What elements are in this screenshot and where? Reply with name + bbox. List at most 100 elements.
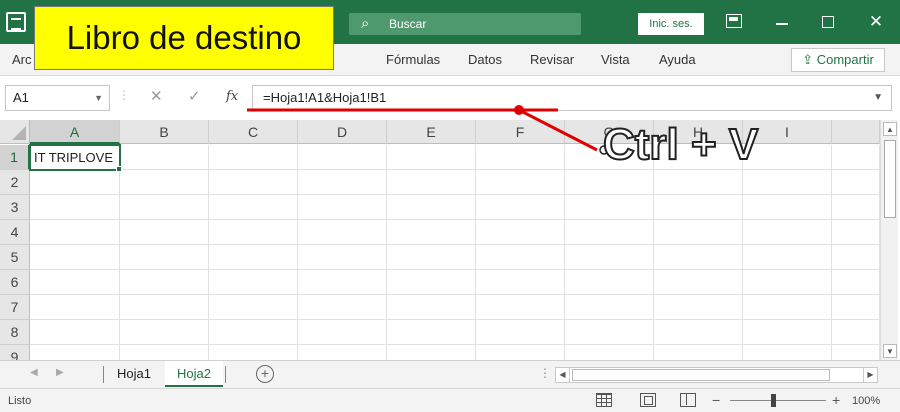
- scroll-right-icon[interactable]: ▶: [863, 368, 877, 382]
- grid-cell[interactable]: [743, 345, 832, 360]
- grid-cell[interactable]: [654, 295, 743, 320]
- grid-cell[interactable]: [654, 195, 743, 220]
- grid-cell[interactable]: [743, 320, 832, 345]
- grid-cell[interactable]: [743, 220, 832, 245]
- grid-cell[interactable]: [209, 295, 298, 320]
- grid-cell[interactable]: [832, 195, 880, 220]
- grid-cell[interactable]: [476, 295, 565, 320]
- search-box[interactable]: ⌕ Buscar: [349, 13, 581, 35]
- insert-function-icon[interactable]: fx: [226, 89, 238, 104]
- grid-cell[interactable]: [30, 195, 120, 220]
- minimize-icon[interactable]: [773, 12, 793, 32]
- name-box[interactable]: A1 ▼: [5, 85, 110, 111]
- grid-cell[interactable]: [298, 220, 387, 245]
- sign-in-button[interactable]: Inic. ses.: [638, 13, 704, 35]
- grid-cell[interactable]: [387, 195, 476, 220]
- grid-cell[interactable]: [387, 170, 476, 195]
- grid-cell[interactable]: [832, 170, 880, 195]
- grid-cell[interactable]: [387, 220, 476, 245]
- zoom-slider[interactable]: [730, 400, 826, 401]
- grid-cell[interactable]: [476, 220, 565, 245]
- column-header-a[interactable]: A: [30, 120, 120, 144]
- grid-cell[interactable]: [832, 220, 880, 245]
- grid-cell[interactable]: [387, 345, 476, 360]
- tab-formulas[interactable]: Fórmulas: [386, 44, 440, 76]
- column-header-partial[interactable]: [832, 120, 880, 144]
- grid-cell[interactable]: [654, 320, 743, 345]
- tab-vista[interactable]: Vista: [601, 44, 630, 76]
- grid-cell[interactable]: [30, 245, 120, 270]
- grid-cell[interactable]: [832, 145, 880, 170]
- grid-cell[interactable]: [298, 245, 387, 270]
- grid-cell[interactable]: [298, 320, 387, 345]
- grid-cell[interactable]: [565, 220, 654, 245]
- grid-cell[interactable]: [832, 345, 880, 360]
- cancel-entry-icon[interactable]: ✕: [150, 87, 163, 105]
- maximize-icon[interactable]: [818, 12, 838, 32]
- grid-cell[interactable]: [30, 295, 120, 320]
- column-header-b[interactable]: B: [120, 120, 209, 144]
- grid-cell[interactable]: [832, 270, 880, 295]
- grid-cell[interactable]: [476, 345, 565, 360]
- grid-cell[interactable]: [743, 295, 832, 320]
- column-header-e[interactable]: E: [387, 120, 476, 144]
- grid-cell[interactable]: [120, 295, 209, 320]
- grid-cell[interactable]: [832, 295, 880, 320]
- tab-ayuda[interactable]: Ayuda: [659, 44, 696, 76]
- select-all-corner[interactable]: [0, 120, 30, 144]
- horizontal-scrollbar[interactable]: ◀ ▶: [555, 367, 878, 383]
- grid-cell[interactable]: [120, 170, 209, 195]
- page-layout-view-icon[interactable]: [640, 393, 656, 407]
- grid-cell[interactable]: [654, 220, 743, 245]
- grid-cell[interactable]: [30, 270, 120, 295]
- grid-cell[interactable]: [476, 195, 565, 220]
- ribbon-display-options-icon[interactable]: [726, 14, 742, 28]
- grid-cell[interactable]: [476, 145, 565, 170]
- grid-cell[interactable]: [743, 270, 832, 295]
- grid-cell[interactable]: [298, 295, 387, 320]
- row-header-8[interactable]: 8: [0, 320, 30, 345]
- grid-cell[interactable]: [120, 245, 209, 270]
- grid-cell[interactable]: [565, 320, 654, 345]
- row-header-3[interactable]: 3: [0, 195, 30, 220]
- formula-input[interactable]: =Hoja1!A1&Hoja1!B1 ▼: [252, 85, 892, 111]
- tab-revisar[interactable]: Revisar: [530, 44, 574, 76]
- grid-cell[interactable]: [120, 195, 209, 220]
- grid-cell[interactable]: [298, 170, 387, 195]
- grid-cell[interactable]: [120, 345, 209, 360]
- scroll-down-icon[interactable]: ▼: [883, 344, 897, 358]
- grid-cell[interactable]: [387, 270, 476, 295]
- grid-cell[interactable]: [565, 295, 654, 320]
- fill-handle[interactable]: [116, 166, 122, 172]
- normal-view-icon[interactable]: [596, 393, 612, 407]
- tab-archivo[interactable]: Arc: [12, 44, 32, 76]
- row-header-6[interactable]: 6: [0, 270, 30, 295]
- grid-cell[interactable]: [565, 270, 654, 295]
- grid-cell[interactable]: [120, 145, 209, 170]
- chevron-down-icon[interactable]: ▼: [94, 86, 103, 110]
- grid-cell[interactable]: [209, 145, 298, 170]
- grid-cell[interactable]: [298, 195, 387, 220]
- grid-cell[interactable]: [387, 245, 476, 270]
- grid-cell[interactable]: [476, 270, 565, 295]
- sheet-tab-hoja2[interactable]: Hoja2: [165, 361, 223, 387]
- grid-cell[interactable]: [565, 195, 654, 220]
- grid-cell[interactable]: [743, 245, 832, 270]
- grid-cell[interactable]: [30, 220, 120, 245]
- vertical-scrollbar[interactable]: ▲ ▼: [880, 120, 898, 360]
- grid-cell[interactable]: [565, 245, 654, 270]
- grid-cell[interactable]: [387, 145, 476, 170]
- grid-cell[interactable]: [209, 270, 298, 295]
- grid-cell[interactable]: [298, 270, 387, 295]
- grid-cell[interactable]: [476, 170, 565, 195]
- grid-cell[interactable]: [387, 295, 476, 320]
- grid-cell[interactable]: [565, 170, 654, 195]
- zoom-out-icon[interactable]: −: [712, 389, 720, 411]
- grid-cell[interactable]: [654, 345, 743, 360]
- grid-cell[interactable]: [654, 270, 743, 295]
- zoom-level[interactable]: 100%: [852, 389, 880, 412]
- grid-cell[interactable]: [743, 195, 832, 220]
- grid-cell[interactable]: [832, 245, 880, 270]
- column-header-f[interactable]: F: [476, 120, 565, 144]
- scroll-up-icon[interactable]: ▲: [883, 122, 897, 136]
